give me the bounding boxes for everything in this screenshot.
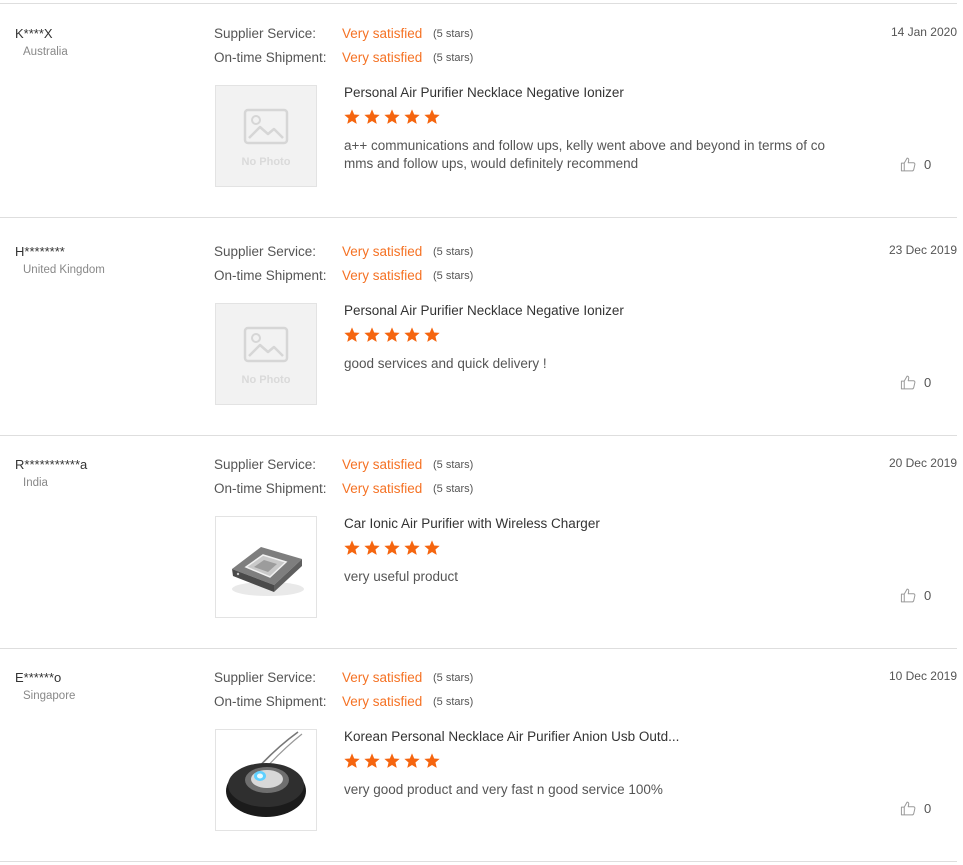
product-title[interactable]: Car Ionic Air Purifier with Wireless Cha… bbox=[344, 516, 600, 531]
review-item: E******o Singapore Supplier Service: Ver… bbox=[0, 648, 957, 862]
review-comment: very useful product bbox=[344, 569, 459, 584]
product-title[interactable]: Personal Air Purifier Necklace Negative … bbox=[344, 85, 624, 100]
like-count: 0 bbox=[924, 801, 932, 816]
product-thumbnail[interactable] bbox=[215, 516, 317, 618]
thumbs-up-icon bbox=[900, 588, 916, 603]
review-date: 20 Dec 2019 bbox=[888, 456, 957, 470]
thumbs-up-icon bbox=[900, 157, 916, 172]
star-icon bbox=[364, 327, 380, 342]
shipment-label: On-time Shipment: bbox=[214, 50, 327, 65]
supplier-service-label: Supplier Service: bbox=[214, 26, 317, 41]
buyer-name: K****X bbox=[15, 26, 53, 41]
supplier-service-label: Supplier Service: bbox=[214, 457, 317, 472]
star-icon bbox=[364, 540, 380, 555]
star-icon bbox=[404, 327, 420, 342]
star-icon bbox=[344, 540, 360, 555]
star-icon bbox=[404, 540, 420, 555]
star-icon bbox=[404, 109, 420, 124]
buyer-country: Australia bbox=[23, 46, 68, 58]
star-icon bbox=[424, 753, 440, 768]
review-item: R***********a India Supplier Service: Ve… bbox=[0, 435, 957, 649]
image-placeholder-icon bbox=[243, 326, 289, 363]
buyer-country: Singapore bbox=[23, 690, 76, 702]
like-button[interactable]: 0 bbox=[900, 587, 931, 604]
supplier-service-stars: (5 stars) bbox=[433, 28, 474, 40]
star-icon bbox=[424, 327, 440, 342]
shipment-value: Very satisfied bbox=[342, 481, 423, 496]
supplier-service-value: Very satisfied bbox=[342, 457, 423, 472]
review-comment: a++ communications and follow ups, kelly… bbox=[344, 138, 826, 171]
product-thumbnail[interactable] bbox=[215, 729, 317, 831]
supplier-service-label: Supplier Service: bbox=[214, 670, 317, 685]
star-icon bbox=[364, 109, 380, 124]
shipment-stars: (5 stars) bbox=[433, 52, 474, 64]
product-rating-stars bbox=[343, 326, 441, 344]
star-icon bbox=[424, 109, 440, 124]
buyer-name: H******** bbox=[15, 244, 65, 259]
like-count: 0 bbox=[924, 157, 932, 172]
review-comment: good services and quick delivery ! bbox=[344, 356, 547, 371]
review-comment: very good product and very fast n good s… bbox=[344, 782, 663, 797]
supplier-service-value: Very satisfied bbox=[342, 244, 423, 259]
shipment-stars: (5 stars) bbox=[433, 270, 474, 282]
shipment-label: On-time Shipment: bbox=[214, 481, 327, 496]
review-date: 23 Dec 2019 bbox=[888, 243, 957, 257]
like-button[interactable]: 0 bbox=[900, 156, 931, 173]
buyer-name: R***********a bbox=[15, 457, 88, 472]
star-icon bbox=[344, 109, 360, 124]
product-rating-stars bbox=[343, 108, 441, 126]
star-icon bbox=[404, 753, 420, 768]
image-placeholder-icon bbox=[243, 108, 289, 145]
review-date: 10 Dec 2019 bbox=[888, 669, 957, 683]
shipment-stars: (5 stars) bbox=[433, 696, 474, 708]
shipment-value: Very satisfied bbox=[342, 268, 423, 283]
buyer-name: E******o bbox=[15, 670, 62, 685]
product-title[interactable]: Korean Personal Necklace Air Purifier An… bbox=[344, 729, 679, 744]
no-photo-text: No Photo bbox=[242, 374, 291, 386]
review-date: 14 Jan 2020 bbox=[890, 25, 957, 39]
supplier-service-value: Very satisfied bbox=[342, 26, 423, 41]
star-icon bbox=[424, 540, 440, 555]
like-button[interactable]: 0 bbox=[900, 800, 931, 817]
shipment-value: Very satisfied bbox=[342, 50, 423, 65]
shipment-label: On-time Shipment: bbox=[214, 268, 327, 283]
like-count: 0 bbox=[924, 375, 932, 390]
star-icon bbox=[384, 327, 400, 342]
shipment-label: On-time Shipment: bbox=[214, 694, 327, 709]
star-icon bbox=[344, 327, 360, 342]
supplier-service-stars: (5 stars) bbox=[433, 672, 474, 684]
review-item: H******** United Kingdom Supplier Servic… bbox=[0, 222, 957, 436]
car-purifier-image bbox=[232, 547, 304, 596]
supplier-service-stars: (5 stars) bbox=[433, 246, 474, 258]
product-thumbnail[interactable]: No Photo bbox=[215, 85, 317, 187]
star-icon bbox=[384, 753, 400, 768]
shipment-value: Very satisfied bbox=[342, 694, 423, 709]
buyer-country: United Kingdom bbox=[23, 264, 105, 276]
product-rating-stars bbox=[343, 539, 441, 557]
no-photo-text: No Photo bbox=[242, 156, 291, 168]
star-icon bbox=[384, 109, 400, 124]
like-button[interactable]: 0 bbox=[900, 374, 931, 391]
supplier-service-value: Very satisfied bbox=[342, 670, 423, 685]
supplier-service-label: Supplier Service: bbox=[214, 244, 317, 259]
buyer-country: India bbox=[23, 477, 48, 489]
star-icon bbox=[384, 540, 400, 555]
product-title[interactable]: Personal Air Purifier Necklace Negative … bbox=[344, 303, 624, 318]
supplier-service-stars: (5 stars) bbox=[433, 459, 474, 471]
necklace-purifier-image bbox=[226, 731, 306, 817]
thumbs-up-icon bbox=[900, 375, 916, 390]
product-thumbnail[interactable]: No Photo bbox=[215, 303, 317, 405]
like-count: 0 bbox=[924, 588, 932, 603]
thumbs-up-icon bbox=[900, 801, 916, 816]
product-rating-stars bbox=[343, 752, 441, 770]
star-icon bbox=[364, 753, 380, 768]
shipment-stars: (5 stars) bbox=[433, 483, 474, 495]
review-item: K****X Australia Supplier Service: Very … bbox=[0, 4, 957, 218]
star-icon bbox=[344, 753, 360, 768]
